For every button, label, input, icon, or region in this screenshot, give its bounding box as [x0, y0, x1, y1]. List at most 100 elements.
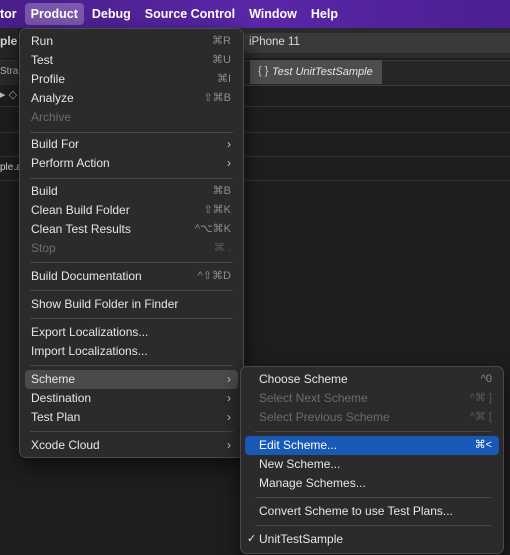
- shortcut: ^⌥⌘K: [194, 223, 231, 235]
- menu-product[interactable]: Product: [24, 3, 84, 25]
- menu-item-label: Show Build Folder in Finder: [31, 297, 179, 311]
- menu-item-convert-scheme[interactable]: Convert Scheme to use Test Plans...: [245, 502, 499, 521]
- menu-item-label: Run: [31, 34, 54, 48]
- menu-help[interactable]: Help: [305, 3, 344, 25]
- destination-label: iPhone 11: [249, 36, 300, 48]
- menu-debug[interactable]: Debug: [86, 3, 137, 25]
- navigator-file-row[interactable]: ple.a: [0, 158, 22, 180]
- menu-item-select-previous-scheme[interactable]: Select Previous Scheme ^⌘ [: [245, 408, 499, 427]
- menu-item-label: Choose Scheme: [259, 372, 348, 386]
- menu-separator: [255, 431, 491, 432]
- chevron-right-icon: ›: [227, 372, 231, 386]
- menu-item-label: Clean Build Folder: [31, 203, 130, 217]
- menu-item-build[interactable]: Build ⌘B: [25, 182, 238, 201]
- menu-item-label: Destination: [31, 391, 92, 405]
- navigator-filter-text: Stra: [0, 66, 19, 77]
- menu-item-select-next-scheme[interactable]: Select Next Scheme ^⌘ ]: [245, 389, 499, 408]
- scheme-submenu: Choose Scheme ^0 Select Next Scheme ^⌘ ] S…: [240, 366, 504, 554]
- menu-source-control[interactable]: Source Control: [139, 3, 241, 25]
- menu-separator: [255, 525, 491, 526]
- menu-editor[interactable]: tor: [0, 3, 23, 25]
- shortcut: ⌘B: [212, 185, 231, 197]
- menu-item-profile[interactable]: Profile ⌘I: [25, 70, 238, 89]
- shortcut: ⌘R: [212, 35, 231, 47]
- menu-item-label: Import Localizations...: [31, 344, 148, 358]
- menu-item-label: Test Plan: [31, 410, 81, 424]
- menu-item-scheme[interactable]: Scheme ›: [25, 370, 238, 389]
- menu-window[interactable]: Window: [243, 3, 303, 25]
- navigator-icons-row: ▸ ◇: [0, 86, 18, 106]
- navigator-filter-row: Stra: [0, 60, 18, 85]
- shortcut: ⇧⌘K: [203, 204, 231, 216]
- menu-item-test[interactable]: Test ⌘U: [25, 51, 238, 70]
- destination-selector[interactable]: iPhone 11: [243, 33, 510, 53]
- shortcut: ^⌘ [: [469, 411, 492, 423]
- shortcut: ⌘ .: [213, 242, 231, 254]
- chevron-right-icon: ›: [227, 438, 231, 452]
- chevron-right-icon: ›: [227, 391, 231, 405]
- menu-item-show-build-folder[interactable]: Show Build Folder in Finder: [25, 295, 238, 314]
- menu-item-clean-test-results[interactable]: Clean Test Results ^⌥⌘K: [25, 220, 238, 239]
- menu-item-label: New Scheme...: [259, 457, 341, 471]
- shortcut: ^0: [480, 373, 492, 385]
- menu-item-choose-scheme[interactable]: Choose Scheme ^0: [245, 370, 499, 389]
- menu-bar: tor Product Debug Source Control Window …: [0, 0, 510, 28]
- menu-item-import-localizations[interactable]: Import Localizations...: [25, 342, 238, 361]
- chevron-right-icon: ›: [227, 156, 231, 170]
- menu-item-label: UnitTestSample: [259, 532, 344, 546]
- menu-item-destination[interactable]: Destination ›: [25, 389, 238, 408]
- editor-tab-label: Test UnitTestSample: [272, 66, 373, 78]
- menu-separator: [255, 497, 491, 498]
- braces-icon: { }: [258, 65, 269, 77]
- navigator-title: ple: [0, 28, 18, 58]
- shortcut: ^⇧⌘D: [197, 270, 231, 282]
- chevron-right-icon: ›: [227, 137, 231, 151]
- menu-item-label: Build Documentation: [31, 269, 142, 283]
- menu-separator: [30, 431, 233, 432]
- menu-item-label: Select Next Scheme: [259, 391, 368, 405]
- menu-item-new-scheme[interactable]: New Scheme...: [245, 455, 499, 474]
- menu-item-label: Manage Schemes...: [259, 476, 366, 490]
- menu-item-label: Test: [31, 53, 54, 67]
- menu-item-label: Export Localizations...: [31, 325, 149, 339]
- menu-item-test-plan[interactable]: Test Plan ›: [25, 408, 238, 427]
- menu-item-label: Scheme: [31, 372, 76, 386]
- menu-item-label: Edit Scheme...: [259, 438, 338, 452]
- menu-item-label: Build For: [31, 137, 80, 151]
- menu-item-label: Convert Scheme to use Test Plans...: [259, 504, 453, 518]
- menu-separator: [30, 262, 233, 263]
- shortcut: ⌘<: [474, 439, 492, 451]
- menu-item-analyze[interactable]: Analyze ⇧⌘B: [25, 89, 238, 108]
- menu-item-label: Stop: [31, 241, 56, 255]
- menu-item-manage-schemes[interactable]: Manage Schemes...: [245, 474, 499, 493]
- product-menu: Run ⌘R Test ⌘U Profile ⌘I Analyze ⇧⌘B Archiv…: [19, 28, 244, 458]
- menu-item-label: Select Previous Scheme: [259, 410, 390, 424]
- menu-item-edit-scheme[interactable]: Edit Scheme... ⌘<: [245, 436, 499, 455]
- menu-item-label: Xcode Cloud: [31, 438, 100, 452]
- menu-separator: [30, 365, 233, 366]
- menu-item-label: Perform Action: [31, 156, 110, 170]
- menu-item-clean-build-folder[interactable]: Clean Build Folder ⇧⌘K: [25, 201, 238, 220]
- menu-separator: [30, 178, 233, 179]
- menu-item-xcode-cloud[interactable]: Xcode Cloud ›: [25, 436, 238, 455]
- menu-item-run[interactable]: Run ⌘R: [25, 32, 238, 51]
- menu-item-label: Analyze: [31, 91, 74, 105]
- menu-item-label: Build: [31, 184, 58, 198]
- menu-item-export-localizations[interactable]: Export Localizations...: [25, 323, 238, 342]
- checkmark-icon: ✓: [247, 533, 257, 545]
- navigator-title-text: ple: [0, 34, 18, 48]
- menu-item-current-scheme[interactable]: ✓ UnitTestSample: [245, 530, 499, 549]
- menu-separator: [30, 132, 233, 133]
- editor-tab-test[interactable]: { } Test UnitTestSample: [250, 60, 382, 84]
- menu-separator: [30, 290, 233, 291]
- menu-item-build-for[interactable]: Build For ›: [25, 135, 238, 154]
- menu-item-stop[interactable]: Stop ⌘ .: [25, 239, 238, 258]
- menu-item-archive[interactable]: Archive: [25, 108, 238, 127]
- chevron-right-icon: ›: [227, 410, 231, 424]
- shortcut: ⌘U: [212, 54, 231, 66]
- menu-item-label: Clean Test Results: [31, 222, 131, 236]
- menu-item-perform-action[interactable]: Perform Action ›: [25, 154, 238, 173]
- shortcut: ⌘I: [216, 73, 231, 85]
- menu-item-build-documentation[interactable]: Build Documentation ^⇧⌘D: [25, 267, 238, 286]
- shortcut: ^⌘ ]: [469, 392, 492, 404]
